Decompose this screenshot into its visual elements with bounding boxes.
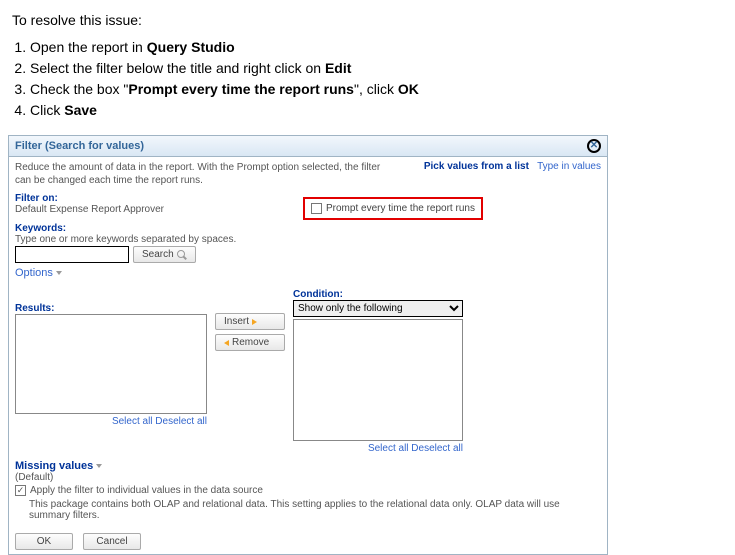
remove-button[interactable]: Remove (215, 334, 285, 351)
chevron-down-icon (56, 271, 62, 275)
results-label: Results: (15, 303, 207, 314)
package-note: This package contains both OLAP and rela… (29, 499, 601, 521)
step-1: Open the report in Query Studio (30, 37, 723, 58)
prompt-checkbox[interactable] (311, 203, 322, 214)
search-icon (177, 250, 187, 260)
step-3: Check the box "Prompt every time the rep… (30, 79, 723, 100)
condition-listbox[interactable] (293, 319, 463, 441)
intro-text: To resolve this issue: (12, 10, 723, 31)
keywords-input[interactable] (15, 246, 129, 263)
insert-button[interactable]: Insert (215, 313, 285, 330)
chevron-down-icon (96, 464, 102, 468)
close-icon[interactable]: ✕ (587, 139, 601, 153)
ok-button[interactable]: OK (15, 533, 73, 550)
dialog-description: Reduce the amount of data in the report.… (15, 161, 385, 187)
dialog-footer: OK Cancel (9, 529, 607, 554)
pick-label: Pick values from a list (424, 161, 529, 172)
apply-filter-label: Apply the filter to individual values in… (30, 485, 263, 496)
prompt-label: Prompt every time the report runs (326, 203, 475, 214)
filter-dialog: Filter (Search for values) ✕ Reduce the … (8, 135, 608, 555)
missing-values-label[interactable]: Missing values (15, 460, 102, 472)
missing-default: (Default) (15, 472, 601, 483)
arrow-left-icon (224, 340, 229, 346)
dialog-title: Filter (Search for values) (15, 140, 144, 152)
condition-label: Condition: (293, 289, 463, 300)
instructions-block: To resolve this issue: Open the report i… (0, 0, 735, 135)
cond-deselect-all[interactable]: Deselect all (411, 443, 463, 454)
prompt-checkbox-row[interactable]: Prompt every time the report runs (303, 197, 483, 220)
step-2: Select the filter below the title and ri… (30, 58, 723, 79)
cond-select-all[interactable]: Select all (368, 443, 409, 454)
keywords-hint: Type one or more keywords separated by s… (15, 234, 601, 245)
step-4: Click Save (30, 100, 723, 121)
cancel-button[interactable]: Cancel (83, 533, 141, 550)
type-in-values-link[interactable]: Type in values (537, 161, 601, 172)
results-deselect-all[interactable]: Deselect all (155, 416, 207, 427)
arrow-right-icon (252, 319, 257, 325)
condition-select[interactable]: Show only the following (293, 300, 463, 317)
results-select-all[interactable]: Select all (112, 416, 153, 427)
apply-filter-checkbox[interactable]: ✓ (15, 485, 26, 496)
results-listbox[interactable] (15, 314, 207, 414)
dialog-header: Filter (Search for values) ✕ (9, 136, 607, 157)
keywords-label: Keywords: (15, 223, 601, 234)
options-link[interactable]: Options (15, 267, 62, 279)
search-button[interactable]: Search (133, 246, 196, 263)
